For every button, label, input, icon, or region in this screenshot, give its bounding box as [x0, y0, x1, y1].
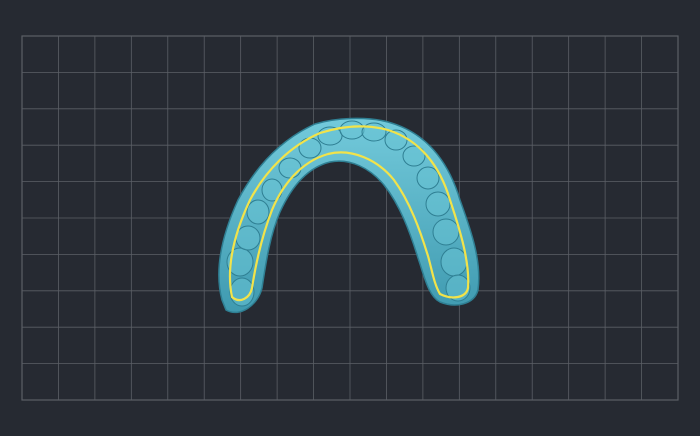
tooth-shape [416, 166, 440, 190]
dental-arch-model-icon[interactable] [218, 117, 480, 314]
viewport-canvas[interactable] [0, 0, 700, 436]
tooth-shape [425, 191, 451, 217]
tooth-shape [246, 199, 270, 225]
tooth-shape [432, 218, 460, 246]
grid-icon [21, 35, 679, 401]
tooth-shape [440, 247, 468, 277]
tooth-shape [339, 120, 365, 140]
tooth-shape [235, 225, 261, 251]
3d-viewport[interactable] [0, 0, 700, 436]
tooth-shape [278, 157, 302, 179]
